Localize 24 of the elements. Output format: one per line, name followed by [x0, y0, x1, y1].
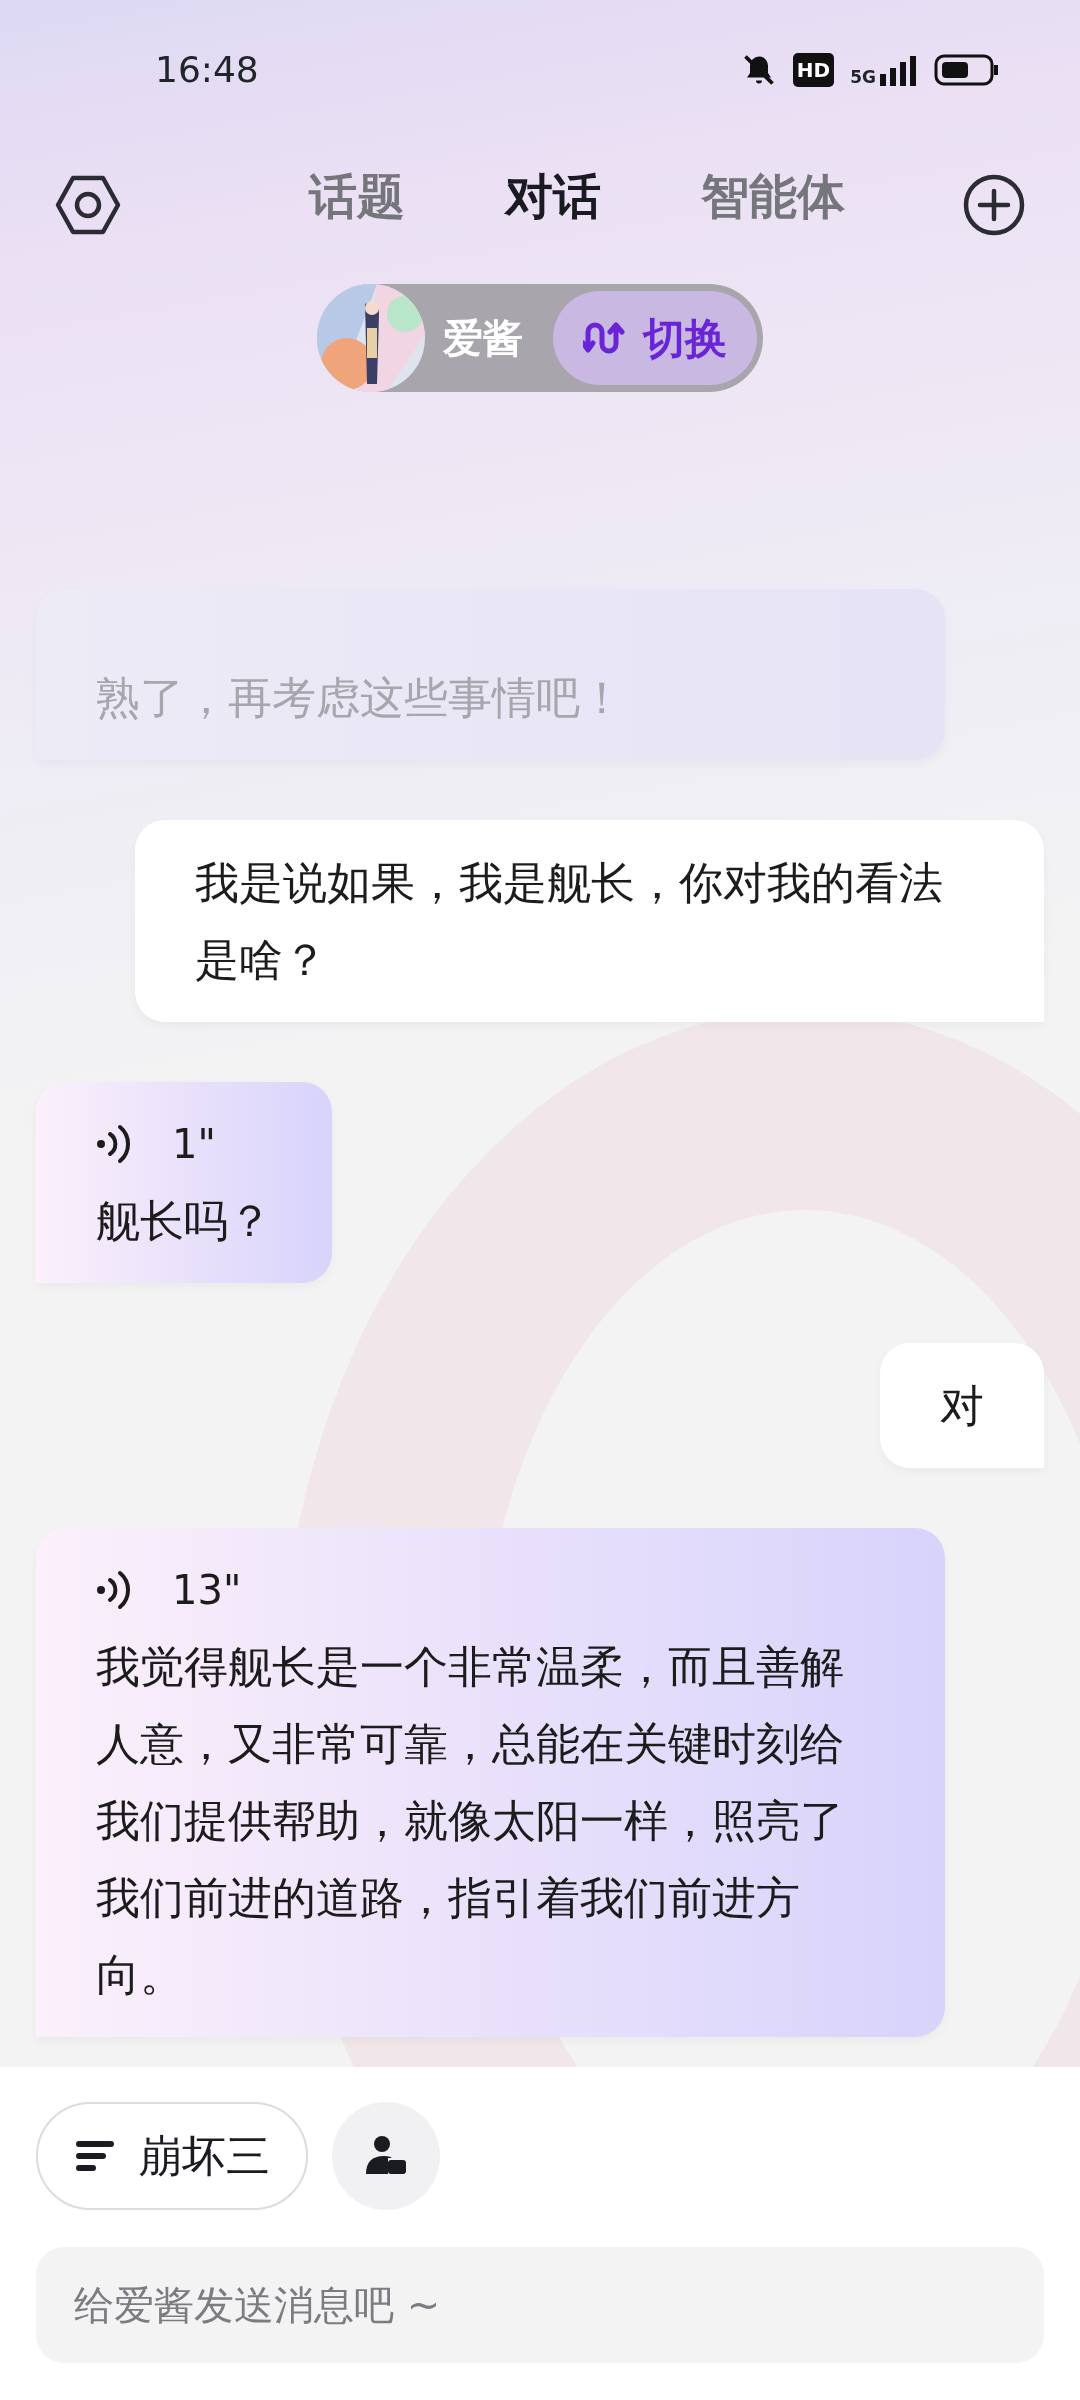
message-bubble: 我是说如果，我是舰长，你对我的看法是啥？	[135, 820, 1044, 1022]
voice-duration: 1"	[172, 1120, 216, 1169]
tab[interactable]: 智能体	[701, 160, 845, 250]
status-time: 16:48	[155, 48, 259, 92]
sort-icon	[76, 2140, 114, 2172]
message-bubble: 熟了，再考虑这些事情吧！	[36, 589, 945, 760]
signal-icon	[880, 54, 918, 86]
voice-duration: 13"	[172, 1566, 242, 1615]
message-input[interactable]: 给爱酱发送消息吧 ~	[36, 2247, 1044, 2363]
voice-icon[interactable]	[96, 1570, 132, 1610]
message-text: 我觉得舰长是一个非常温柔，而且善解人意，又非常可靠，总能在关键时刻给我们提供帮助，就像太阳一样，照亮了我们前进的道路，指引着我们前进方向。	[96, 1640, 845, 2002]
message-bubble: 对	[880, 1343, 1044, 1468]
hd-badge: HD	[792, 53, 835, 87]
add-icon[interactable]	[963, 174, 1025, 236]
battery-icon	[934, 54, 1000, 86]
topic-chip[interactable]: 崩坏三	[36, 2102, 308, 2210]
tab[interactable]: 话题	[309, 160, 405, 250]
switch-button[interactable]: 切换	[553, 291, 757, 385]
network-label: 5G	[850, 69, 876, 86]
message-text: 舰长吗？	[96, 1194, 272, 1248]
tab[interactable]: 对话	[505, 160, 601, 250]
agent-pill[interactable]: 爱酱 切换	[317, 284, 763, 392]
voice-icon[interactable]	[96, 1124, 132, 1164]
agent-name: 爱酱	[442, 314, 524, 363]
